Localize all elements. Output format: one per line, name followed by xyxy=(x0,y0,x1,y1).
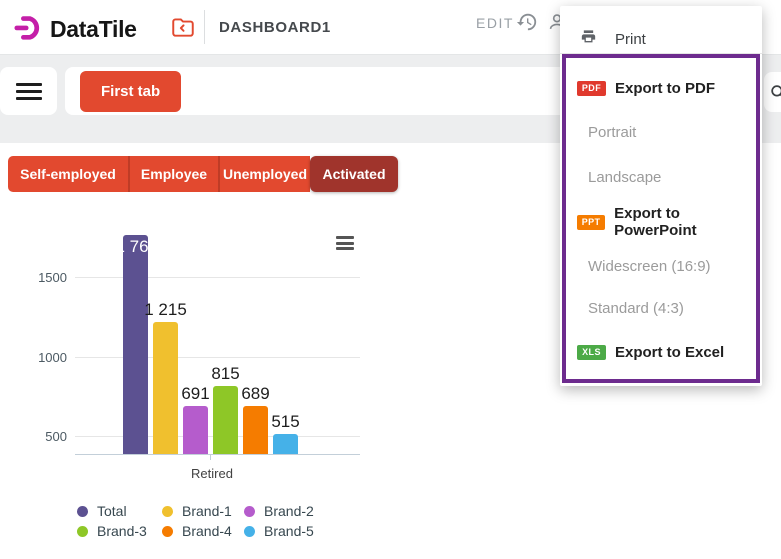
legend-label: Brand-5 xyxy=(264,523,314,539)
hamburger-icon xyxy=(16,79,42,104)
bar-brand-2[interactable]: 691 xyxy=(183,406,208,454)
ppt-badge-icon: PPT xyxy=(577,215,605,230)
legend-dot xyxy=(244,526,255,537)
legend-item-brand-2[interactable]: Brand-2 xyxy=(244,503,314,519)
legend-dot xyxy=(77,506,88,517)
legend-dot xyxy=(77,526,88,537)
datatile-logo-icon xyxy=(14,12,44,47)
menu-label: Standard (4:3) xyxy=(588,300,684,317)
menu-item-export-xls[interactable]: XLS Export to Excel xyxy=(577,341,724,363)
x-axis-tick xyxy=(210,455,211,460)
y-tick-label: 1000 xyxy=(28,350,67,365)
print-icon xyxy=(580,29,597,50)
x-axis-label: Retired xyxy=(147,466,277,481)
y-tick-label: 500 xyxy=(28,429,67,444)
menu-item-pdf-portrait[interactable]: Portrait xyxy=(588,121,636,143)
menu-label: Landscape xyxy=(588,169,661,186)
menu-item-export-ppt[interactable]: PPT Export to PowerPoint xyxy=(577,211,762,233)
y-axis: 500 1000 1500 xyxy=(28,230,67,455)
legend-label: Brand-2 xyxy=(264,503,314,519)
bar-value-label: 515 xyxy=(271,412,299,432)
segment-activated[interactable]: Activated xyxy=(310,156,398,192)
y-tick-label: 1500 xyxy=(28,270,67,285)
dashboard-title: DASHBOARD1 xyxy=(219,19,331,36)
legend-dot xyxy=(162,506,173,517)
edit-button[interactable]: EDIT xyxy=(476,15,514,31)
legend-label: Brand-3 xyxy=(97,523,147,539)
menu-label: Print xyxy=(615,31,646,48)
legend-label: Brand-4 xyxy=(182,523,232,539)
gridline xyxy=(75,277,360,278)
menu-divider xyxy=(560,53,762,54)
dashboard-app: DataTile DASHBOARD1 EDIT First tab xyxy=(0,0,781,559)
segment-employee[interactable]: Employee xyxy=(128,156,218,192)
menu-item-print[interactable]: Print xyxy=(580,28,646,50)
legend-item-brand-4[interactable]: Brand-4 xyxy=(162,523,232,539)
x-axis-line xyxy=(75,454,360,455)
export-dropdown-menu: Print PDF Export to PDF Portrait Landsca… xyxy=(560,6,762,386)
menu-label: Export to Excel xyxy=(615,344,724,361)
menu-label: Widescreen (16:9) xyxy=(588,258,711,275)
bar-brand-4[interactable]: 689 xyxy=(243,406,268,454)
legend-dot xyxy=(244,506,255,517)
logo-text: DataTile xyxy=(50,16,137,43)
bar-total[interactable]: 1 763 xyxy=(123,235,148,454)
search-icon xyxy=(769,83,781,102)
segment-self-employed[interactable]: Self-employed xyxy=(8,156,128,192)
menu-label: Export to PDF xyxy=(615,80,715,97)
bar-value-label: 689 xyxy=(241,384,269,404)
tab-first[interactable]: First tab xyxy=(80,71,181,112)
bar-value-label: 1 215 xyxy=(144,300,187,320)
legend-dot xyxy=(162,526,173,537)
menu-label: Export to PowerPoint xyxy=(614,205,762,239)
pdf-badge-icon: PDF xyxy=(577,81,606,96)
history-icon[interactable] xyxy=(516,11,538,38)
bar-brand-3[interactable]: 815 xyxy=(213,386,238,454)
bar-chart-plot: 1 763 1 215 691 815 689 515 xyxy=(75,230,360,455)
legend-label: Total xyxy=(97,503,127,519)
menu-item-ppt-widescreen[interactable]: Widescreen (16:9) xyxy=(588,255,711,277)
folder-back-icon[interactable] xyxy=(170,14,196,40)
legend-item-brand-3[interactable]: Brand-3 xyxy=(77,523,147,539)
menu-item-export-pdf[interactable]: PDF Export to PDF xyxy=(577,77,715,99)
menu-label: Portrait xyxy=(588,124,636,141)
search-button[interactable] xyxy=(764,72,781,112)
logo[interactable]: DataTile xyxy=(14,12,137,47)
filter-tabs: Self-employed Employee Unemployed Activa… xyxy=(8,156,398,192)
bar-value-label: 691 xyxy=(181,384,209,404)
bar-brand-5[interactable]: 515 xyxy=(273,434,298,454)
bar-value-label: 815 xyxy=(211,364,239,384)
bar-value-label: 1 763 xyxy=(123,237,148,257)
xls-badge-icon: XLS xyxy=(577,345,606,360)
menu-item-pdf-landscape[interactable]: Landscape xyxy=(588,166,661,188)
header-divider xyxy=(204,10,205,44)
legend-label: Brand-1 xyxy=(182,503,232,519)
legend-item-brand-5[interactable]: Brand-5 xyxy=(244,523,314,539)
segment-unemployed[interactable]: Unemployed xyxy=(218,156,310,192)
sidebar-menu-button[interactable] xyxy=(0,67,57,115)
legend-item-total[interactable]: Total xyxy=(77,503,127,519)
menu-item-ppt-standard[interactable]: Standard (4:3) xyxy=(588,297,684,319)
chart-menu-icon[interactable] xyxy=(336,236,354,253)
legend-item-brand-1[interactable]: Brand-1 xyxy=(162,503,232,519)
gridline xyxy=(75,357,360,358)
bar-brand-1[interactable]: 1 215 xyxy=(153,322,178,454)
